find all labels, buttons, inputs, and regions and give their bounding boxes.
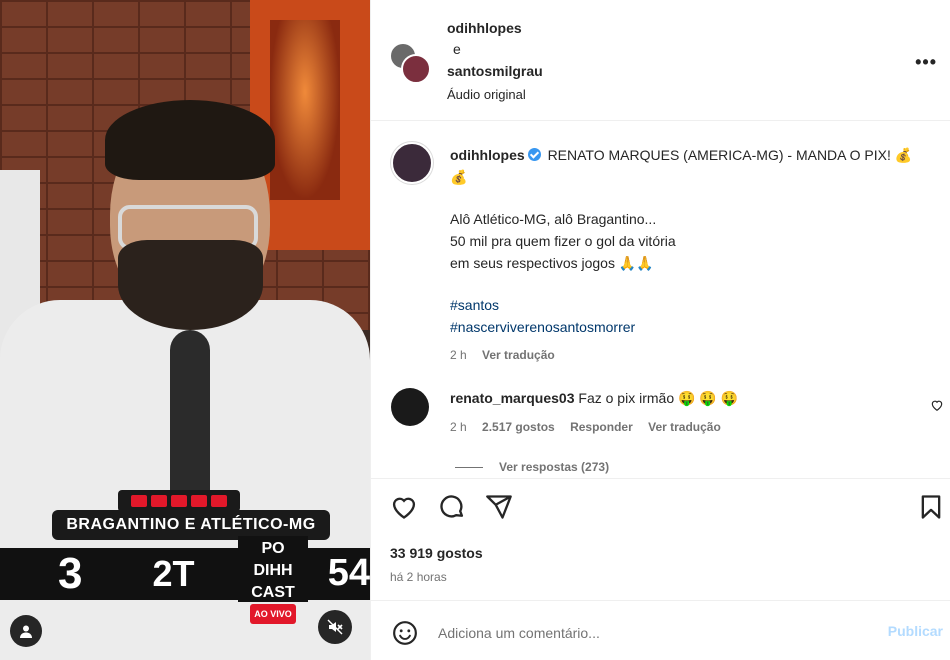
share-icon[interactable] bbox=[485, 493, 513, 521]
scoreboard-light bbox=[191, 495, 207, 507]
comment-icon[interactable] bbox=[438, 493, 466, 521]
post-actions: 33 919 gostos há 2 horas bbox=[371, 478, 950, 598]
divider bbox=[455, 467, 483, 469]
person-hair bbox=[105, 100, 275, 180]
caption: odihhlopes RENATO MARQUES (AMERICA-MG) -… bbox=[450, 144, 920, 366]
caption-username[interactable]: odihhlopes bbox=[450, 147, 525, 163]
logo-line1: PO bbox=[238, 536, 308, 558]
translate-button[interactable]: Ver tradução bbox=[482, 348, 555, 362]
caption-line: 50 mil pra quem fizer o gol da vitória bbox=[450, 233, 676, 249]
scoreboard-light bbox=[131, 495, 147, 507]
scoreboard-light bbox=[151, 495, 167, 507]
post-time[interactable]: há 2 horas bbox=[390, 570, 447, 584]
avatar[interactable] bbox=[391, 142, 433, 184]
scoreboard-light bbox=[211, 495, 227, 507]
reply-button[interactable]: Responder bbox=[570, 420, 633, 434]
emoji-icon[interactable] bbox=[392, 620, 418, 646]
podihhcast-logo: PO DIHH CAST AO VIVO bbox=[238, 536, 308, 624]
verified-badge-icon bbox=[527, 148, 541, 161]
caption-line: em seus respectivos jogos 🙏🙏 bbox=[450, 255, 654, 271]
add-comment-bar: Publicar bbox=[371, 600, 950, 660]
more-options-icon[interactable]: ••• bbox=[915, 52, 937, 73]
comment-time[interactable]: 2 h bbox=[450, 420, 467, 434]
caption-time[interactable]: 2 h bbox=[450, 348, 467, 362]
post-side-panel: odihhlopes e santosmilgrau Áudio origina… bbox=[370, 0, 950, 660]
logo-line2: DIHH bbox=[238, 558, 308, 580]
audio-link[interactable]: Áudio original bbox=[447, 87, 526, 102]
comment-body: renato_marques03 Faz o pix irmão 🤑 🤑 🤑 bbox=[450, 390, 738, 407]
comment-text: Faz o pix irmão 🤑 🤑 🤑 bbox=[578, 390, 739, 406]
heart-outline-icon[interactable] bbox=[930, 398, 944, 412]
logo-live: AO VIVO bbox=[250, 604, 296, 624]
comment-meta: 2 h 2.517 gostos Responder Ver tradução bbox=[450, 420, 733, 434]
scoreboard-light bbox=[171, 495, 187, 507]
scoreboard-lights bbox=[118, 490, 240, 512]
hashtag-link[interactable]: #nascerviverenosantosmorrer bbox=[450, 316, 920, 338]
post-video[interactable]: BRAGANTINO E ATLÉTICO-MG 3 2T PO DIHH CA… bbox=[0, 0, 370, 660]
header-conjunction: e bbox=[453, 41, 461, 57]
caption-title-line: odihhlopes RENATO MARQUES (AMERICA-MG) -… bbox=[450, 144, 920, 188]
comment-username[interactable]: renato_marques03 bbox=[450, 390, 575, 406]
view-replies-label: Ver respostas (273) bbox=[499, 460, 610, 474]
logo-line3: CAST bbox=[238, 580, 308, 602]
user-icon bbox=[20, 625, 32, 638]
collab-avatars[interactable] bbox=[389, 42, 431, 84]
avatar[interactable] bbox=[401, 54, 431, 84]
view-replies-button[interactable]: Ver respostas (273) bbox=[455, 460, 609, 474]
likes-count[interactable]: 33 919 gostos bbox=[390, 545, 483, 561]
mute-button[interactable] bbox=[318, 610, 352, 644]
publish-button[interactable]: Publicar bbox=[888, 623, 943, 639]
instagram-post-modal: BRAGANTINO E ATLÉTICO-MG 3 2T PO DIHH CA… bbox=[0, 0, 950, 660]
scoreboard-overlay: BRAGANTINO E ATLÉTICO-MG 3 2T PO DIHH CA… bbox=[0, 490, 370, 624]
post-header: odihhlopes e santosmilgrau Áudio origina… bbox=[371, 0, 950, 121]
avatar[interactable] bbox=[391, 388, 429, 426]
person-beard bbox=[118, 240, 263, 330]
translate-button[interactable]: Ver tradução bbox=[648, 420, 721, 434]
comment-likes[interactable]: 2.517 gostos bbox=[482, 420, 555, 434]
tagged-users-button[interactable] bbox=[10, 615, 42, 647]
scoreboard-minute: 54 bbox=[327, 552, 370, 594]
caption-meta: 2 h Ver tradução bbox=[450, 344, 920, 366]
header-username-1[interactable]: odihhlopes bbox=[447, 20, 522, 36]
header-username-2[interactable]: santosmilgrau bbox=[447, 63, 543, 79]
scoreboard-bar: 3 2T bbox=[0, 548, 370, 600]
comments-section: odihhlopes RENATO MARQUES (AMERICA-MG) -… bbox=[371, 122, 950, 478]
caption-line: Alô Atlético-MG, alô Bragantino... bbox=[450, 211, 657, 227]
hashtag-link[interactable]: #santos bbox=[450, 294, 920, 316]
heart-icon[interactable] bbox=[390, 493, 418, 521]
comment-input[interactable] bbox=[438, 621, 858, 645]
scoreboard-score: 3 bbox=[58, 549, 83, 598]
scoreboard-half: 2T bbox=[152, 553, 195, 594]
speaker-muted-icon bbox=[327, 619, 343, 635]
bookmark-icon[interactable] bbox=[917, 493, 945, 521]
